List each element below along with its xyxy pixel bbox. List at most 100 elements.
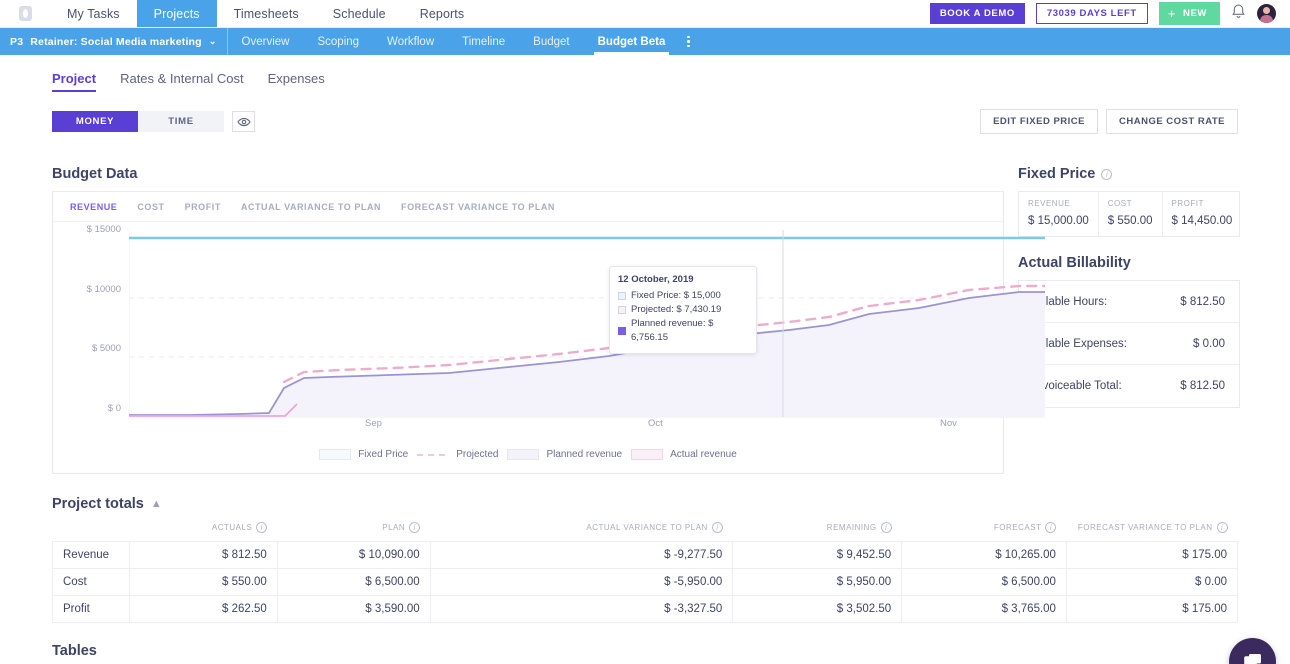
col-header-remaining: REMAINING i (733, 518, 902, 542)
project-tab-workflow[interactable]: Workflow (373, 28, 448, 55)
subtab-rates-internal-cost[interactable]: Rates & Internal Cost (120, 71, 244, 92)
info-icon[interactable]: i (1045, 522, 1057, 533)
top-navigation-bar: My Tasks Projects Timesheets Schedule Re… (0, 0, 1290, 28)
chart-legend: Fixed Price Projected Planned revenue Ac… (53, 440, 1003, 473)
tables-section-title-text: Tables (52, 643, 97, 659)
legend-item-projected[interactable]: Projected (417, 449, 498, 460)
info-icon[interactable]: i (1101, 168, 1113, 180)
bell-icon[interactable] (1231, 3, 1246, 24)
legend-item-actual-revenue[interactable]: Actual revenue (631, 449, 737, 460)
x-tick-label-sep: Sep (365, 418, 382, 429)
cell-revenue-forecast-variance: $ 175.00 (1065, 541, 1239, 569)
row-label-cost: Cost (52, 568, 130, 596)
project-tab-scoping[interactable]: Scoping (303, 28, 373, 55)
fixed-price-cost-value: $ 550.00 (1107, 215, 1153, 227)
table-row: Profit $ 262.50 $ 3,590.00 $ -3,327.50 $… (52, 595, 1239, 623)
toggle-time-button[interactable]: TIME (138, 111, 224, 132)
cell-profit-actuals: $ 262.50 (128, 595, 278, 623)
chart-tab-revenue[interactable]: REVENUE (70, 202, 117, 212)
tooltip-label-projected: Projected: $ 7,430.19 (631, 304, 722, 315)
info-icon[interactable]: i (1216, 522, 1228, 533)
row-label-profit: Profit (52, 595, 130, 623)
tooltip-row-projected: Projected: $ 7,430.19 (618, 303, 748, 317)
billable-expenses-label: Billable Expenses: (1033, 337, 1127, 350)
legend-swatch-planned-revenue (507, 449, 540, 460)
nav-item-reports[interactable]: Reports (403, 0, 481, 27)
kebab-dot (687, 44, 690, 48)
col-header-forecast-variance-inner: FORECAST VARIANCE TO PLAN i (1078, 522, 1228, 533)
cell-profit-forecast-variance: $ 175.00 (1065, 595, 1239, 623)
project-selector[interactable]: P3 Retainer: Social Media marketing ⌄ (0, 28, 228, 55)
actual-billability-card: Billable Hours: $ 812.50 Billable Expens… (1018, 280, 1240, 408)
avatar[interactable] (1257, 4, 1276, 23)
chart-tab-actual-variance-to-plan[interactable]: ACTUAL VARIANCE TO PLAN (241, 202, 381, 212)
project-code: P3 (10, 35, 24, 48)
legend-label-planned-revenue: Planned revenue (546, 449, 623, 460)
cell-cost-forecast: $ 6,500.00 (901, 568, 1067, 596)
tooltip-swatch-fixed-price (618, 292, 626, 300)
nav-item-schedule[interactable]: Schedule (316, 0, 403, 27)
col-header-plan: PLAN i (277, 518, 430, 542)
days-left-badge[interactable]: 73039 DAYS LEFT (1035, 3, 1148, 24)
tooltip-row-fixed-price: Fixed Price: $ 15,000 (618, 289, 748, 303)
fixed-price-card: REVENUE $ 15,000.00 COST $ 550.00 PROFIT… (1018, 191, 1240, 237)
actual-billability-title: Actual Billability (1018, 255, 1240, 271)
project-totals-thead: ACTUALS i PLAN i ACTUAL VARIANCE TO PLAN… (53, 518, 1238, 542)
chart-tab-cost[interactable]: COST (137, 202, 164, 212)
edit-fixed-price-button[interactable]: EDIT FIXED PRICE (980, 109, 1098, 134)
nav-item-projects[interactable]: Projects (136, 0, 217, 27)
col-header-plan-inner: PLAN i (382, 522, 421, 533)
y-tick-label-5000: $ 5000 (91, 343, 121, 354)
col-header-plan-label: PLAN (382, 523, 406, 532)
legend-item-planned-revenue[interactable]: Planned revenue (507, 449, 622, 460)
info-icon[interactable]: i (409, 522, 421, 533)
cell-cost-forecast-variance: $ 0.00 (1065, 568, 1239, 596)
project-tab-timeline[interactable]: Timeline (448, 28, 519, 55)
chevron-down-icon: ⌄ (208, 36, 217, 46)
col-header-actual-variance-inner: ACTUAL VARIANCE TO PLAN i (586, 522, 723, 533)
project-totals-title: Project totals (52, 496, 144, 512)
kebab-dot (687, 35, 690, 39)
project-tab-overview[interactable]: Overview (228, 28, 304, 55)
app-logo[interactable] (0, 0, 50, 27)
tooltip-date: 12 October, 2019 (618, 274, 694, 285)
nav-item-timesheets[interactable]: Timesheets (217, 0, 316, 27)
book-a-demo-button[interactable]: BOOK A DEMO (929, 3, 1025, 24)
invoiceable-total-row: Invoiceable Total: $ 812.50 (1019, 365, 1239, 407)
toggle-money-button[interactable]: MONEY (52, 111, 138, 132)
col-header-forecast: FORECAST i (902, 518, 1067, 542)
project-totals-header: Project totals ▲ (52, 496, 1238, 512)
project-tab-budget-beta[interactable]: Budget Beta (584, 28, 680, 55)
cell-profit-forecast: $ 3,765.00 (901, 595, 1067, 623)
new-button[interactable]: + NEW (1158, 2, 1220, 25)
change-cost-rate-button[interactable]: CHANGE COST RATE (1106, 109, 1238, 134)
subtab-project[interactable]: Project (52, 71, 97, 92)
col-header-blank (53, 518, 130, 542)
page-content: Project Rates & Internal Cost Expenses M… (0, 55, 1290, 664)
info-icon[interactable]: i (256, 522, 268, 533)
chat-bubble-icon[interactable] (1229, 638, 1276, 664)
info-icon[interactable]: i (711, 522, 723, 533)
chevron-up-icon[interactable]: ▲ (151, 498, 162, 510)
table-row: Revenue $ 812.50 $ 10,090.00 $ -9,277.50… (52, 541, 1239, 569)
nav-item-my-tasks[interactable]: My Tasks (50, 0, 137, 27)
chart-tab-profit[interactable]: PROFIT (185, 202, 221, 212)
subtab-expenses[interactable]: Expenses (268, 71, 325, 92)
col-header-actuals: ACTUALS i (129, 518, 277, 542)
left-column: Budget Data REVENUE COST PROFIT ACTUAL V… (52, 143, 1045, 474)
legend-item-fixed-price[interactable]: Fixed Price (319, 449, 408, 460)
cell-revenue-plan: $ 10,090.00 (276, 541, 431, 569)
eye-icon[interactable] (232, 111, 255, 132)
col-header-forecast-variance-label: FORECAST VARIANCE TO PLAN (1077, 523, 1213, 532)
chart-tab-forecast-variance-to-plan[interactable]: FORECAST VARIANCE TO PLAN (401, 202, 555, 212)
cell-profit-actual-variance: $ -3,327.50 (429, 595, 734, 623)
more-options-icon[interactable] (679, 28, 698, 55)
fixed-price-profit-value: $ 14,450.00 (1171, 215, 1233, 227)
x-tick-label-oct: Oct (648, 418, 663, 429)
info-icon[interactable]: i (880, 522, 892, 533)
tooltip-swatch-projected (618, 306, 626, 314)
legend-label-projected: Projected (456, 449, 499, 460)
fixed-price-revenue-value: $ 15,000.00 (1028, 215, 1089, 227)
project-tab-budget[interactable]: Budget (519, 28, 583, 55)
budget-chart-card: REVENUE COST PROFIT ACTUAL VARIANCE TO P… (52, 191, 1045, 474)
